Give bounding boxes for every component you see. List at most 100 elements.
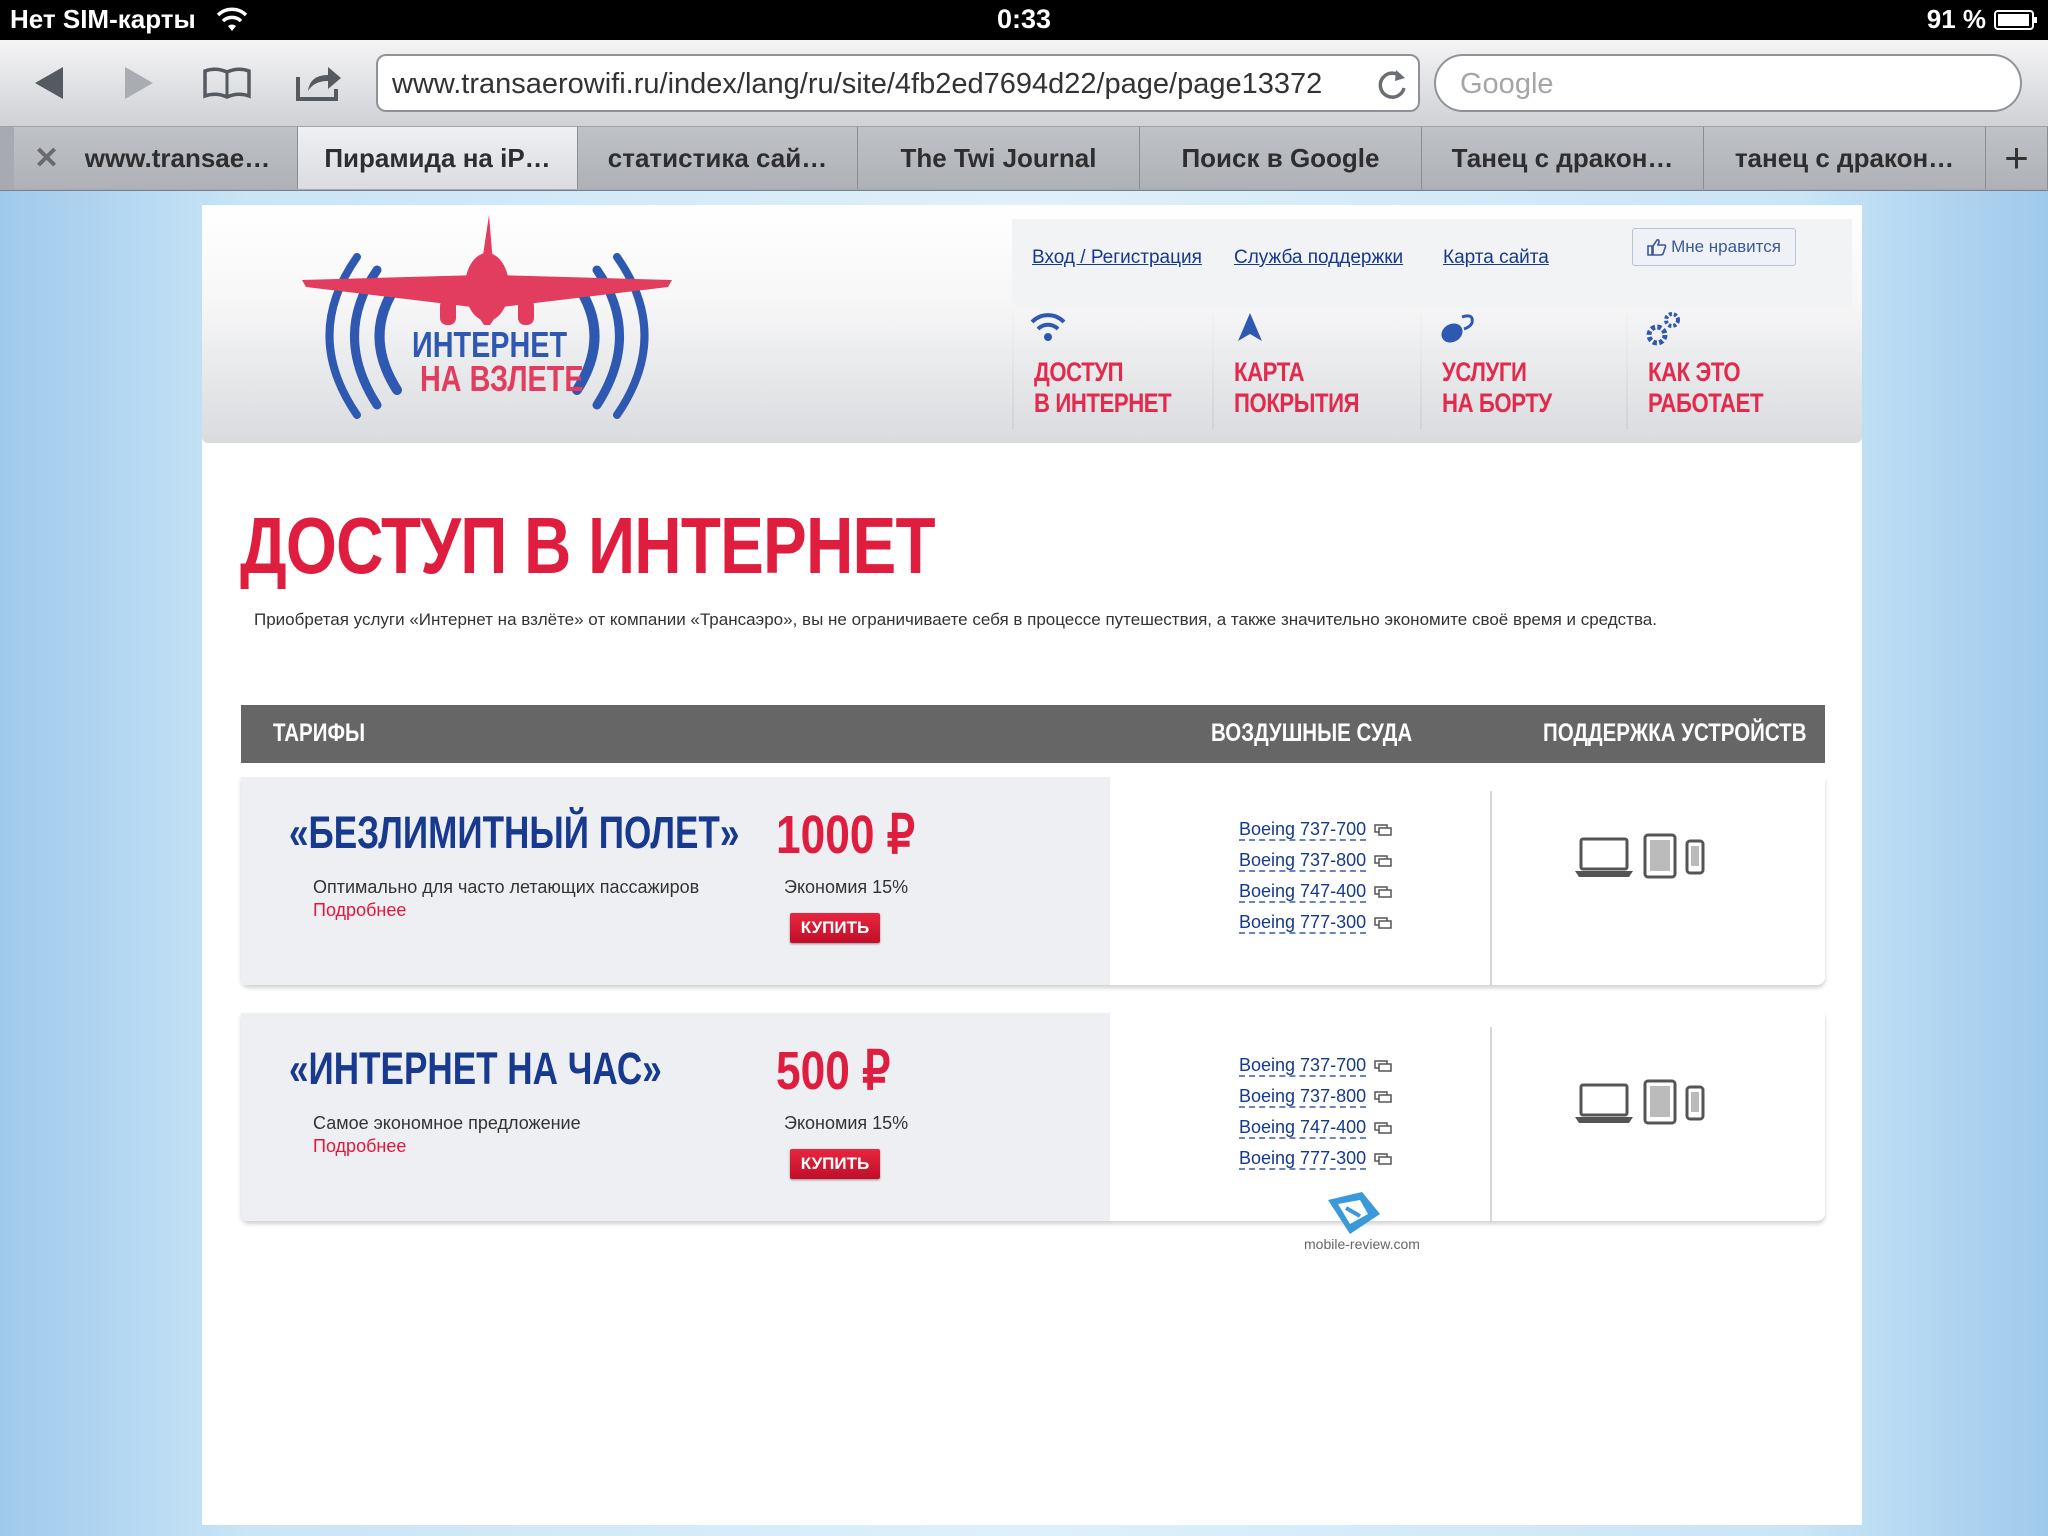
phone-icon xyxy=(1685,839,1705,875)
aircraft-link[interactable]: Boeing 747-400 xyxy=(1239,881,1439,912)
back-button[interactable] xyxy=(22,58,76,108)
battery-percent: 91 % xyxy=(1926,4,1986,34)
nav-coverage-map[interactable]: КАРТА ПОКРЫТИЯ xyxy=(1212,305,1412,435)
page-container: ИНТЕРНЕТ НА ВЗЛЕТЕ Вход / Регистрация Сл… xyxy=(202,205,1862,1525)
tariff-name: «БЕЗЛИМИТНЫЙ ПОЛЕТ» xyxy=(289,807,740,858)
search-input[interactable] xyxy=(1458,64,2002,104)
more-link[interactable]: Подробнее xyxy=(313,1136,406,1157)
url-text[interactable]: www.transaerowifi.ru/index/lang/ru/site/… xyxy=(392,68,1352,101)
sitemap-link[interactable]: Карта сайта xyxy=(1443,247,1549,269)
tablet-icon xyxy=(1643,1079,1677,1125)
tab-1[interactable]: Пирамида на iP… xyxy=(298,127,578,189)
aircraft-link[interactable]: Boeing 747-400 xyxy=(1239,1117,1439,1148)
share-icon xyxy=(296,67,341,101)
forward-button[interactable] xyxy=(112,58,166,108)
intro-text: Приобретая услуги «Интернет на взлёте» о… xyxy=(254,610,1657,629)
tab-5[interactable]: Танец с дракон… xyxy=(1422,127,1704,189)
tab-label: Поиск в Google xyxy=(1181,142,1380,173)
tab-label: танец с дракон… xyxy=(1734,142,1955,173)
bookmarks-button[interactable] xyxy=(200,58,254,108)
login-link[interactable]: Вход / Регистрация xyxy=(1032,247,1202,269)
page-viewport[interactable]: ИНТЕРНЕТ НА ВЗЛЕТЕ Вход / Регистрация Сл… xyxy=(0,191,2048,1536)
laptop-icon xyxy=(1575,1083,1633,1123)
popup-icon xyxy=(1374,1153,1392,1165)
column-divider xyxy=(1490,1027,1492,1221)
battery-icon xyxy=(1994,10,2037,30)
tariff-saving: Экономия 15% xyxy=(784,877,909,897)
aircraft-link[interactable]: Boeing 737-700 xyxy=(1239,819,1439,850)
aircraft-link[interactable]: Boeing 737-800 xyxy=(1239,1086,1439,1117)
new-tab-button[interactable]: + xyxy=(1986,127,2048,189)
nav-label-line-1: УСЛУГИ xyxy=(1442,357,1527,387)
address-bar[interactable]: www.transaerowifi.ru/index/lang/ru/site/… xyxy=(376,54,1420,112)
supported-devices-icons xyxy=(1575,833,1705,879)
tariffs-column-header: ТАРИФЫ xyxy=(273,719,366,747)
more-link[interactable]: Подробнее xyxy=(313,900,406,921)
popup-icon xyxy=(1374,1122,1392,1134)
nav-label-line-1: КАК ЭТО xyxy=(1648,357,1741,387)
plus-icon: + xyxy=(2004,134,2029,181)
nav-label: УСЛУГИ НА БОРТУ xyxy=(1442,357,1552,419)
aircraft-name: Boeing 737-800 xyxy=(1239,850,1367,872)
like-button[interactable]: Мне нравится xyxy=(1632,228,1796,266)
supported-devices-icons xyxy=(1575,1079,1705,1125)
tariff-price: 1000 ₽ xyxy=(776,805,915,865)
tab-label: Пирамида на iP… xyxy=(324,142,551,173)
aircraft-link[interactable]: Boeing 737-700 xyxy=(1239,1055,1439,1086)
aircraft-column-header: ВОЗДУШНЫЕ СУДА xyxy=(1211,719,1413,747)
nav-internet-access[interactable]: ДОСТУП В ИНТЕРНЕТ xyxy=(1012,305,1212,435)
tab-0[interactable]: ✕ www.transae… xyxy=(14,127,298,189)
nav-divider xyxy=(1626,305,1628,429)
site-logo[interactable]: ИНТЕРНЕТ НА ВЗЛЕТЕ xyxy=(302,215,672,435)
tariff-price: 500 ₽ xyxy=(776,1041,891,1101)
browser-toolbar: www.transaerowifi.ru/index/lang/ru/site/… xyxy=(0,40,2048,127)
back-arrow-icon xyxy=(35,67,63,99)
tablet-icon xyxy=(1643,833,1677,879)
nav-label-line-2: НА БОРТУ xyxy=(1442,388,1552,418)
share-button[interactable] xyxy=(292,58,346,108)
popup-icon xyxy=(1374,917,1392,929)
tariff-description: Самое экономное предложение xyxy=(313,1113,581,1133)
aircraft-name: Boeing 737-800 xyxy=(1239,1086,1367,1108)
nav-how-it-works[interactable]: КАК ЭТО РАБОТАЕТ xyxy=(1626,305,1826,435)
aircraft-list: Boeing 737-700 Boeing 737-800 Boeing 747… xyxy=(1239,1055,1439,1179)
aircraft-name: Boeing 777-300 xyxy=(1239,912,1367,934)
aircraft-link[interactable]: Boeing 777-300 xyxy=(1239,912,1439,943)
nav-label-line-2: В ИНТЕРНЕТ xyxy=(1034,388,1172,418)
tariffs-table-header: ТАРИФЫ ВОЗДУШНЫЕ СУДА ПОДДЕРЖКА УСТРОЙСТ… xyxy=(241,705,1825,763)
nav-divider xyxy=(1420,305,1422,429)
aircraft-link[interactable]: Boeing 737-800 xyxy=(1239,850,1439,881)
aircraft-list: Boeing 737-700 Boeing 737-800 Boeing 747… xyxy=(1239,819,1439,943)
bookmarks-book-icon xyxy=(203,67,251,99)
clock: 0:33 xyxy=(996,4,1052,34)
search-bar[interactable] xyxy=(1434,54,2022,112)
tab-3[interactable]: The Twi Journal xyxy=(858,127,1140,189)
tariff-description: Оптимально для часто летающих пассажиров xyxy=(313,877,700,897)
navigation-arrow-icon xyxy=(1238,313,1262,341)
nav-label: ДОСТУП В ИНТЕРНЕТ xyxy=(1034,357,1172,419)
support-link[interactable]: Служба поддержки xyxy=(1234,247,1403,269)
like-label: Мне нравится xyxy=(1671,237,1781,256)
status-bar: Нет SIM-карты 0:33 91 % xyxy=(0,0,2048,40)
close-tab-icon[interactable]: ✕ xyxy=(34,141,59,176)
aircraft-name: Boeing 737-700 xyxy=(1239,819,1367,841)
tab-4[interactable]: Поиск в Google xyxy=(1140,127,1422,189)
buy-button[interactable]: КУПИТЬ xyxy=(790,1149,880,1179)
tariff-saving: Экономия 15% xyxy=(784,1113,909,1133)
aircraft-link[interactable]: Boeing 777-300 xyxy=(1239,1148,1439,1179)
tab-bar: ✕ www.transae… Пирамида на iP… статистик… xyxy=(0,127,2048,191)
tab-2[interactable]: статистика сай… xyxy=(578,127,858,189)
forward-arrow-icon xyxy=(125,67,153,99)
tab-6[interactable]: танец с дракон… xyxy=(1704,127,1986,189)
tab-label: The Twi Journal xyxy=(900,142,1097,173)
reload-icon[interactable] xyxy=(1374,66,1410,102)
nav-label-line-2: ПОКРЫТИЯ xyxy=(1234,388,1360,418)
nav-onboard-services[interactable]: УСЛУГИ НА БОРТУ xyxy=(1420,305,1620,435)
logo-line-2: НА ВЗЛЕТЕ xyxy=(420,358,584,399)
aircraft-name: Boeing 747-400 xyxy=(1239,1117,1367,1139)
aircraft-name: Boeing 737-700 xyxy=(1239,1055,1367,1077)
page-title: ДОСТУП В ИНТЕРНЕТ xyxy=(240,501,936,590)
tab-label: www.transae… xyxy=(84,142,271,173)
buy-button[interactable]: КУПИТЬ xyxy=(790,913,880,943)
tab-label: Танец с дракон… xyxy=(1451,142,1674,173)
